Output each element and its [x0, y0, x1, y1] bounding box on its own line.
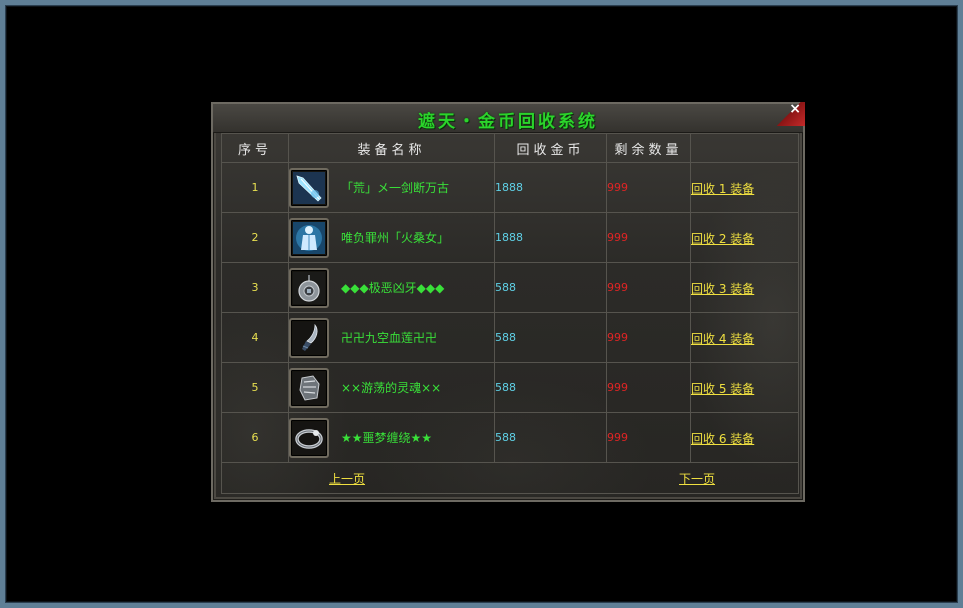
header-recycle-gold: 回收金币 — [494, 133, 607, 163]
row-index: 2 — [221, 212, 289, 263]
recycle-gold-value: 588 — [494, 312, 607, 363]
recycle-gold-value: 1888 — [494, 212, 607, 263]
item-cell: ◆◆◆极恶凶牙◆◆◆ — [288, 262, 495, 313]
row-index: 3 — [221, 262, 289, 313]
ring-icon[interactable] — [289, 417, 329, 458]
recycle-gold-value: 1888 — [494, 162, 607, 213]
recycle-gold-value: 588 — [494, 412, 607, 463]
row-index: 6 — [221, 412, 289, 463]
pager-cell: 上一页 下一页 — [221, 462, 799, 494]
recycle-gold-value: 588 — [494, 362, 607, 413]
recycle-equipment-1-link[interactable]: 回收 1 装备 — [691, 182, 754, 196]
pager-row: 上一页 下一页 — [221, 462, 799, 494]
table-row: 1 「荒」メ一剑断万古 1888 999 回收 1 装备 — [221, 162, 799, 213]
recycle-equipment-2-link[interactable]: 回收 2 装备 — [691, 232, 754, 246]
table-row: 4 卍卍九空血莲卍卍 588 999 回收 4 装备 — [221, 312, 799, 363]
table-row: 2 唯负罪州「火桑女」 1888 999 回收 2 装备 — [221, 212, 799, 263]
header-equipment-name: 装备名称 — [288, 133, 495, 163]
item-name: 卍卍九空血莲卍卍 — [341, 331, 438, 345]
header-action — [690, 133, 799, 163]
recycle-equipment-5-link[interactable]: 回收 5 装备 — [691, 382, 754, 396]
item-cell: 唯负罪州「火桑女」 — [288, 212, 495, 263]
dialog-titlebar: 遮天・金币回收系统 × — [213, 101, 805, 133]
close-button[interactable]: × — [777, 101, 805, 126]
item-name: ××游荡的灵魂×× — [341, 381, 442, 395]
item-name: 「荒」メ一剑断万古 — [341, 181, 450, 195]
row-index: 5 — [221, 362, 289, 413]
item-name: ◆◆◆极恶凶牙◆◆◆ — [341, 281, 445, 295]
next-page-link[interactable]: 下一页 — [679, 470, 715, 487]
equipment-table: 序号 装备名称 回收金币 剩余数量 1 「荒」メ一剑断万古 1888 999 回… — [221, 133, 799, 494]
close-icon: × — [789, 101, 801, 117]
remaining-quantity-value: 999 — [606, 362, 691, 413]
item-name: ★★噩梦缠绕★★ — [341, 431, 433, 445]
action-cell: 回收 6 装备 — [690, 412, 799, 463]
action-cell: 回收 1 装备 — [690, 162, 799, 213]
header-remaining-quantity: 剩余数量 — [606, 133, 691, 163]
amulet-icon[interactable] — [289, 267, 329, 308]
table-row: 5 ××游荡的灵魂×× 588 999 回收 5 装备 — [221, 362, 799, 413]
action-cell: 回收 4 装备 — [690, 312, 799, 363]
recycle-equipment-6-link[interactable]: 回收 6 装备 — [691, 432, 754, 446]
ice-armor-icon[interactable] — [289, 217, 329, 258]
gold-recycle-dialog: 遮天・金币回收系统 × 序号 装备名称 回收金币 剩余数量 1 「荒」メ一剑断万… — [211, 101, 805, 502]
remaining-quantity-value: 999 — [606, 262, 691, 313]
recycle-equipment-3-link[interactable]: 回收 3 装备 — [691, 282, 754, 296]
remaining-quantity-value: 999 — [606, 162, 691, 213]
action-cell: 回收 3 装备 — [690, 262, 799, 313]
recycle-gold-value: 588 — [494, 262, 607, 313]
dialog-title: 遮天・金币回收系统 — [418, 112, 598, 132]
item-cell: 「荒」メ一剑断万古 — [288, 162, 495, 213]
row-index: 1 — [221, 162, 289, 213]
remaining-quantity-value: 999 — [606, 312, 691, 363]
item-name: 唯负罪州「火桑女」 — [341, 231, 450, 245]
header-index: 序号 — [221, 133, 289, 163]
table-row: 6 ★★噩梦缠绕★★ 588 999 回收 6 装备 — [221, 412, 799, 463]
row-index: 4 — [221, 312, 289, 363]
item-cell: ××游荡的灵魂×× — [288, 362, 495, 413]
remaining-quantity-value: 999 — [606, 412, 691, 463]
action-cell: 回收 2 装备 — [690, 212, 799, 263]
table-header-row: 序号 装备名称 回收金币 剩余数量 — [221, 133, 799, 163]
ice-sword-icon[interactable] — [289, 167, 329, 208]
remaining-quantity-value: 999 — [606, 212, 691, 263]
action-cell: 回收 5 装备 — [690, 362, 799, 413]
prev-page-link[interactable]: 上一页 — [329, 470, 365, 487]
item-cell: 卍卍九空血莲卍卍 — [288, 312, 495, 363]
dagger-icon[interactable] — [289, 317, 329, 358]
table-row: 3 ◆◆◆极恶凶牙◆◆◆ 588 999 回收 3 装备 — [221, 262, 799, 313]
item-cell: ★★噩梦缠绕★★ — [288, 412, 495, 463]
recycle-equipment-4-link[interactable]: 回收 4 装备 — [691, 332, 754, 346]
gauntlet-icon[interactable] — [289, 367, 329, 408]
